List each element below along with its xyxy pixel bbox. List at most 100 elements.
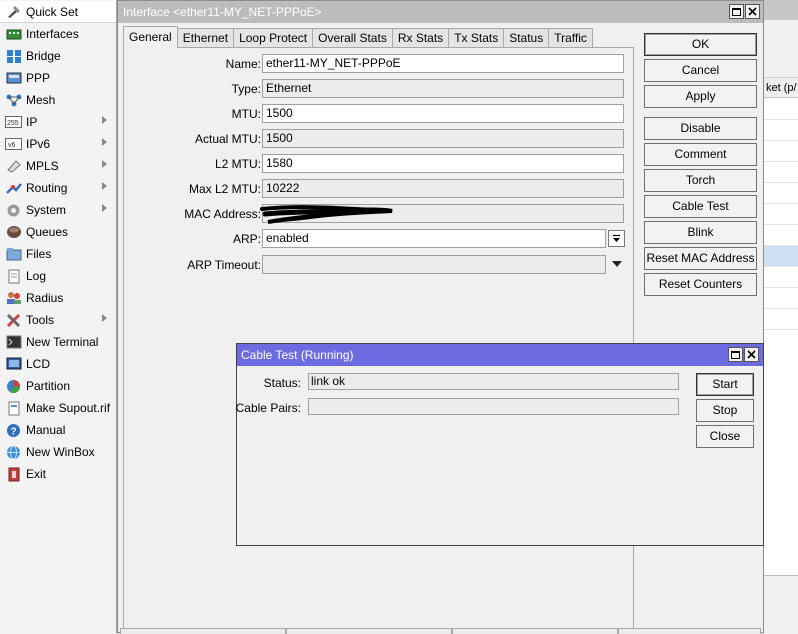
reset-mac-address-button[interactable]: Reset MAC Address bbox=[644, 247, 757, 270]
table-row[interactable] bbox=[764, 183, 798, 204]
folder-icon bbox=[5, 247, 22, 262]
arp-select[interactable]: enabled bbox=[262, 229, 606, 248]
sidebar-item-label: Partition bbox=[26, 379, 71, 393]
cable-test-button[interactable]: Cable Test bbox=[644, 195, 757, 218]
arp-row: ARP: enabled bbox=[124, 229, 635, 249]
table-row[interactable] bbox=[764, 267, 798, 288]
sidebar-item-system[interactable]: System bbox=[0, 199, 116, 221]
chevron-right-icon bbox=[102, 204, 107, 212]
table-row-selected[interactable] bbox=[764, 246, 798, 267]
gear-icon bbox=[5, 203, 22, 218]
sidebar-item-ipv6[interactable]: v6 IPv6 bbox=[0, 133, 116, 155]
sidebar-item-manual[interactable]: ? Manual bbox=[0, 419, 116, 441]
l2-mtu-label: L2 MTU: bbox=[214, 157, 261, 171]
status-segment bbox=[618, 628, 761, 634]
sidebar-item-quick-set[interactable]: Quick Set bbox=[0, 1, 116, 23]
arp-timeout-field[interactable] bbox=[262, 255, 606, 274]
sidebar-item-label: Bridge bbox=[26, 49, 61, 63]
sidebar-item-label: Mesh bbox=[26, 93, 56, 107]
arp-dropdown-button[interactable] bbox=[608, 230, 625, 247]
column-header[interactable]: ket (p/ bbox=[764, 78, 798, 98]
stop-button[interactable]: Stop bbox=[696, 399, 754, 422]
sidebar-item-label: Tools bbox=[26, 313, 55, 327]
arp-timeout-row: ARP Timeout: bbox=[124, 255, 635, 275]
comment-button[interactable]: Comment bbox=[644, 143, 757, 166]
tab-traffic[interactable]: Traffic bbox=[548, 28, 593, 48]
dialog-title: Cable Test (Running) bbox=[241, 348, 354, 362]
sidebar-item-mpls[interactable]: MPLS bbox=[0, 155, 116, 177]
table-row[interactable] bbox=[764, 288, 798, 309]
name-label: Name: bbox=[225, 57, 261, 71]
sidebar-item-partition[interactable]: Partition bbox=[0, 375, 116, 397]
dialog-maximize-button[interactable] bbox=[728, 347, 743, 362]
close-button[interactable]: Close bbox=[696, 425, 754, 448]
sidebar-item-label: Queues bbox=[26, 225, 69, 239]
sidebar-item-bridge[interactable]: Bridge bbox=[0, 45, 116, 67]
lcd-icon bbox=[5, 357, 22, 372]
chevron-right-icon bbox=[102, 314, 107, 322]
chevron-right-icon bbox=[102, 138, 107, 146]
maximize-icon bbox=[732, 7, 741, 16]
ok-button[interactable]: OK bbox=[644, 33, 757, 56]
dialog-titlebar[interactable]: Cable Test (Running) bbox=[237, 344, 763, 366]
tab-loop-protect[interactable]: Loop Protect bbox=[233, 28, 314, 48]
table-row[interactable] bbox=[764, 162, 798, 183]
tab-overall-stats[interactable]: Overall Stats bbox=[312, 28, 393, 48]
tab-rx-stats[interactable]: Rx Stats bbox=[391, 28, 450, 48]
tab-ethernet[interactable]: Ethernet bbox=[176, 28, 235, 48]
mpls-icon bbox=[5, 159, 22, 174]
window-titlebar[interactable]: Interface <ether11-MY_NET-PPPoE> bbox=[118, 1, 763, 23]
mac-address-label: MAC Address: bbox=[184, 207, 261, 221]
quick-set-icon bbox=[5, 4, 22, 19]
disable-button[interactable]: Disable bbox=[644, 117, 757, 140]
sidebar-item-make-supout[interactable]: Make Supout.rif bbox=[0, 397, 116, 419]
sidebar-item-ip[interactable]: 255 IP bbox=[0, 111, 116, 133]
sidebar-item-mesh[interactable]: Mesh bbox=[0, 89, 116, 111]
sidebar-item-interfaces[interactable]: Interfaces bbox=[0, 23, 116, 45]
sidebar-item-routing[interactable]: Routing bbox=[0, 177, 116, 199]
tab-tx-stats[interactable]: Tx Stats bbox=[448, 28, 505, 48]
sidebar-item-tools[interactable]: Tools bbox=[0, 309, 116, 331]
sidebar-item-files[interactable]: Files bbox=[0, 243, 116, 265]
blink-button[interactable]: Blink bbox=[644, 221, 757, 244]
type-field: Ethernet bbox=[262, 79, 624, 98]
reset-counters-button[interactable]: Reset Counters bbox=[644, 273, 757, 296]
tab-bar: General Ethernet Loop Protect Overall St… bbox=[123, 26, 593, 48]
close-window-button[interactable] bbox=[745, 4, 760, 19]
table-row[interactable] bbox=[764, 309, 798, 330]
sidebar-item-new-terminal[interactable]: New Terminal bbox=[0, 331, 116, 353]
tab-general[interactable]: General bbox=[123, 26, 178, 48]
l2-mtu-field[interactable]: 1580 bbox=[262, 154, 624, 173]
table-row[interactable] bbox=[764, 120, 798, 141]
svg-text:v6: v6 bbox=[8, 142, 16, 149]
sidebar-item-exit[interactable]: Exit bbox=[0, 463, 116, 485]
table-row[interactable] bbox=[764, 225, 798, 246]
table-row[interactable] bbox=[764, 99, 798, 120]
mtu-field[interactable]: 1500 bbox=[262, 104, 624, 123]
apply-button[interactable]: Apply bbox=[644, 85, 757, 108]
expand-arrow-icon[interactable] bbox=[612, 261, 622, 267]
sidebar-item-ppp[interactable]: PPP bbox=[0, 67, 116, 89]
document-icon bbox=[5, 401, 22, 416]
table-row[interactable] bbox=[764, 141, 798, 162]
terminal-icon bbox=[5, 335, 22, 350]
ppp-icon bbox=[5, 71, 22, 86]
name-field[interactable]: ether11-MY_NET-PPPoE bbox=[262, 54, 624, 73]
name-row: Name: ether11-MY_NET-PPPoE bbox=[124, 54, 635, 74]
dialog-close-x-button[interactable] bbox=[744, 347, 759, 362]
sidebar-item-label: Interfaces bbox=[26, 27, 79, 41]
torch-button[interactable]: Torch bbox=[644, 169, 757, 192]
sidebar-item-lcd[interactable]: LCD bbox=[0, 353, 116, 375]
cancel-button[interactable]: Cancel bbox=[644, 59, 757, 82]
sidebar-item-new-winbox[interactable]: New WinBox bbox=[0, 441, 116, 463]
table-row[interactable] bbox=[764, 204, 798, 225]
sidebar-item-queues[interactable]: Queues bbox=[0, 221, 116, 243]
sidebar-item-radius[interactable]: Radius bbox=[0, 287, 116, 309]
sidebar-item-label: MPLS bbox=[26, 159, 59, 173]
bridge-icon bbox=[5, 49, 22, 64]
maximize-button[interactable] bbox=[729, 4, 744, 19]
tab-status[interactable]: Status bbox=[503, 28, 550, 48]
start-button[interactable]: Start bbox=[696, 373, 754, 396]
status-label: Status: bbox=[263, 376, 301, 390]
sidebar-item-log[interactable]: Log bbox=[0, 265, 116, 287]
